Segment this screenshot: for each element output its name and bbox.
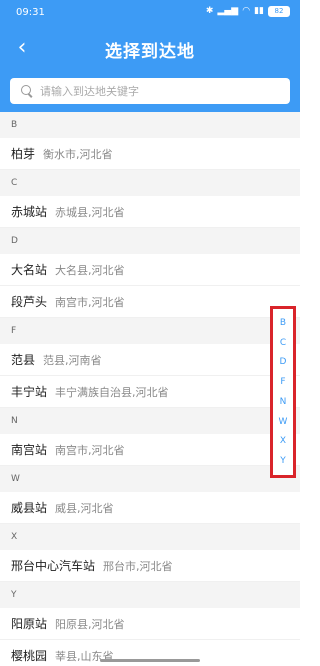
index-letter-b[interactable]: B (280, 316, 286, 330)
index-letter-y[interactable]: Y (280, 454, 286, 468)
section-header-b: B (0, 112, 300, 138)
page-title: 选择到达地 (105, 42, 195, 62)
list-item[interactable]: 范县 范县,河南省 (0, 344, 300, 376)
section-header-n: N (0, 408, 300, 434)
station-name: 威县站 (11, 501, 48, 515)
list-item[interactable]: 威县站 威县,河北省 (0, 492, 300, 524)
index-letter-d[interactable]: D (280, 355, 287, 369)
bluetooth-icon: ✱ (205, 6, 214, 16)
station-name: 柏芽 (11, 147, 36, 161)
station-region: 阳原县,河北省 (55, 617, 125, 631)
list-item[interactable]: 段芦头 南宫市,河北省 (0, 286, 300, 318)
list-item[interactable]: 大名站 大名县,河北省 (0, 254, 300, 286)
station-region: 衡水市,河北省 (43, 147, 113, 161)
search-input[interactable] (40, 84, 280, 98)
search-icon (20, 84, 34, 98)
section-header-x: X (0, 524, 300, 550)
station-region: 范县,河南省 (43, 353, 102, 367)
list-item[interactable]: 南宫站 南宫市,河北省 (0, 434, 300, 466)
station-name: 樱桃园 (11, 649, 48, 663)
list-item[interactable]: 赤城站 赤城县,河北省 (0, 196, 300, 228)
battery-icon: 82 (268, 5, 290, 17)
status-time: 09:31 (16, 7, 45, 18)
search-box[interactable] (10, 78, 290, 104)
station-region: 邢台市,河北省 (103, 559, 173, 573)
home-indicator[interactable] (100, 659, 200, 662)
signal-icon: ▂▄▆ (217, 6, 239, 16)
list-item[interactable]: 邢台中心汽车站 邢台市,河北省 (0, 550, 300, 582)
wifi-icon: ◠ (242, 6, 251, 16)
header-bar: 09:31 ✱ ▂▄▆ ◠ ▮▮ 82 ‹ 选择到达地 (0, 0, 300, 112)
index-letter-f[interactable]: F (280, 375, 285, 389)
station-region: 丰宁满族自治县,河北省 (55, 385, 169, 399)
index-letter-w[interactable]: W (279, 415, 288, 429)
list-item[interactable]: 柏芽 衡水市,河北省 (0, 138, 300, 170)
section-header-d: D (0, 228, 300, 254)
station-name: 大名站 (11, 263, 48, 277)
station-region: 大名县,河北省 (55, 263, 125, 277)
section-header-f: F (0, 318, 300, 344)
status-bar: 09:31 ✱ ▂▄▆ ◠ ▮▮ 82 (0, 0, 300, 24)
index-letter-n[interactable]: N (280, 395, 287, 409)
index-letter-c[interactable]: C (280, 336, 286, 350)
station-name: 赤城站 (11, 205, 48, 219)
list-item[interactable]: 樱桃园 莘县,山东省 (0, 640, 300, 666)
index-letter-x[interactable]: X (280, 434, 286, 448)
station-region: 南宫市,河北省 (55, 443, 125, 457)
station-name: 范县 (11, 353, 36, 367)
mobile-data-icon: ▮▮ (254, 6, 264, 16)
status-icons: ✱ ▂▄▆ ◠ ▮▮ 82 (206, 5, 290, 17)
section-header-y: Y (0, 582, 300, 608)
list-item[interactable]: 丰宁站 丰宁满族自治县,河北省 (0, 376, 300, 408)
station-name: 邢台中心汽车站 (11, 559, 96, 573)
station-name: 丰宁站 (11, 385, 48, 399)
nav-bar: ‹ 选择到达地 (0, 28, 300, 68)
alphabet-index: B C D F N W X Y (270, 306, 296, 478)
list-item[interactable]: 阳原站 阳原县,河北省 (0, 608, 300, 640)
station-name: 南宫站 (11, 443, 48, 457)
station-region: 赤城县,河北省 (55, 205, 125, 219)
station-region: 南宫市,河北省 (55, 295, 125, 309)
station-name: 段芦头 (11, 295, 48, 309)
section-header-w: W (0, 466, 300, 492)
station-region: 威县,河北省 (55, 501, 114, 515)
station-name: 阳原站 (11, 617, 48, 631)
section-header-c: C (0, 170, 300, 196)
destination-list: B 柏芽 衡水市,河北省 C 赤城站 赤城县,河北省 D 大名站 大名县,河北省… (0, 112, 300, 666)
